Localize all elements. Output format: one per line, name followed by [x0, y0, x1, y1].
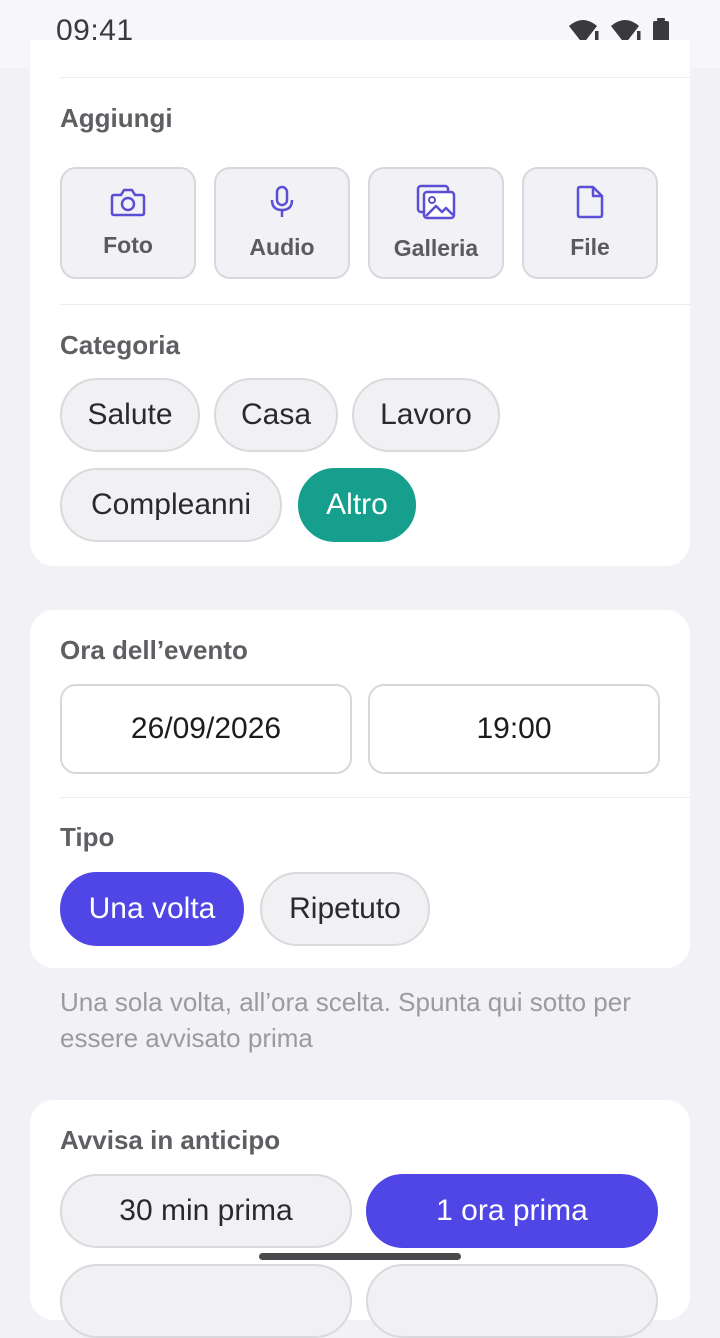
type-chip-once[interactable]: Una volta [60, 872, 244, 946]
file-icon [576, 185, 604, 224]
category-chip-salute[interactable]: Salute [60, 378, 200, 452]
category-section-title: Categoria [60, 330, 180, 360]
add-file-label: File [570, 234, 610, 260]
event-time-field[interactable]: 19:00 [368, 684, 660, 774]
attachments-category-card: Aggiungi Foto Audio Galleria File Catego… [30, 40, 690, 566]
event-time-card: Ora dell’evento 26/09/2026 19:00 Tipo Un… [30, 610, 690, 968]
add-photo-button[interactable]: Foto [60, 167, 196, 279]
category-chip-casa[interactable]: Casa [214, 378, 338, 452]
category-chip-compleanni[interactable]: Compleanni [60, 468, 282, 542]
category-chip-lavoro[interactable]: Lavoro [352, 378, 500, 452]
advance-chip-30min[interactable]: 30 min prima [60, 1174, 352, 1248]
add-file-button[interactable]: File [522, 167, 658, 279]
divider [60, 304, 690, 305]
advance-section-title: Avvisa in anticipo [60, 1125, 281, 1155]
gallery-icon [416, 184, 456, 225]
home-indicator[interactable] [259, 1253, 461, 1260]
add-gallery-label: Galleria [393, 235, 479, 261]
event-date-field[interactable]: 26/09/2026 [60, 684, 352, 774]
add-audio-label: Audio [249, 234, 315, 260]
type-hint-text: Una sola volta, all’ora scelta. Spunta q… [60, 987, 631, 1053]
divider [60, 77, 690, 78]
add-section-title: Aggiungi [60, 103, 173, 133]
advance-chip-partial[interactable] [366, 1264, 658, 1338]
add-photo-label: Foto [103, 232, 153, 258]
event-time-title: Ora dell’evento [60, 635, 248, 665]
add-gallery-button[interactable]: Galleria [368, 167, 504, 279]
type-section-title: Tipo [60, 822, 115, 852]
type-chip-repeated[interactable]: Ripetuto [260, 872, 430, 946]
camera-icon [110, 187, 146, 222]
advance-chip-partial[interactable] [60, 1264, 352, 1338]
category-chip-altro[interactable]: Altro [298, 468, 416, 542]
add-audio-button[interactable]: Audio [214, 167, 350, 279]
divider [60, 797, 690, 798]
microphone-icon [267, 185, 297, 224]
advance-notice-card: Avvisa in anticipo 30 min prima 1 ora pr… [30, 1100, 690, 1338]
advance-chip-1hour[interactable]: 1 ora prima [366, 1174, 658, 1248]
